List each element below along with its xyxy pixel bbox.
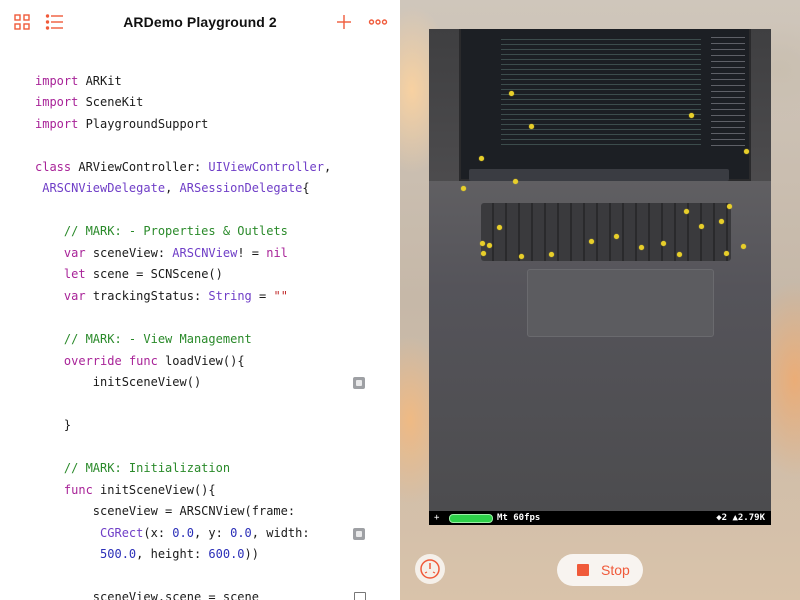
- feature-point: [509, 91, 514, 96]
- feature-point: [519, 254, 524, 259]
- code-line[interactable]: CGRect(x: 0.0, y: 0.0, width:: [35, 523, 310, 543]
- feature-point: [589, 239, 594, 244]
- feature-point: [481, 251, 486, 256]
- speedometer-icon: [420, 559, 440, 579]
- code-line[interactable]: var trackingStatus: String = "": [35, 286, 288, 306]
- speedometer-button[interactable]: [415, 554, 445, 584]
- screen-content: [501, 39, 701, 149]
- stop-icon: [577, 564, 589, 576]
- feature-point: [699, 224, 704, 229]
- fps-meter: [449, 514, 493, 523]
- fps-readout: Mt 60fps: [497, 513, 541, 523]
- feature-point: [677, 252, 682, 257]
- feature-point: [684, 209, 689, 214]
- editor-toolbar: ARDemo Playground 2: [0, 0, 400, 46]
- node-count-readout: ◆2 ▲2.79K: [716, 513, 765, 523]
- code-editor-pane: ARDemo Playground 2 import ARKit import …: [0, 0, 400, 600]
- code-line[interactable]: sceneView.scene = scene: [35, 587, 259, 600]
- live-view-pane: + Mt 60fps ◆2 ▲2.79K Stop: [400, 0, 800, 600]
- feature-point: [461, 186, 466, 191]
- inline-result-icon[interactable]: [354, 592, 366, 600]
- laptop-dock: [469, 169, 729, 181]
- code-line[interactable]: // MARK: - Properties & Outlets: [35, 221, 288, 241]
- code-line[interactable]: class ARViewController: UIViewController…: [35, 157, 331, 177]
- screen-sidebar: [711, 37, 745, 147]
- scenekit-statistics-bar: + Mt 60fps ◆2 ▲2.79K: [429, 511, 771, 525]
- code-line[interactable]: func initSceneView(){: [35, 480, 216, 500]
- code-line[interactable]: // MARK: - View Management: [35, 329, 252, 349]
- feature-point: [727, 204, 732, 209]
- feature-point: [549, 252, 554, 257]
- stats-expand-icon[interactable]: +: [434, 511, 439, 525]
- feature-point: [689, 113, 694, 118]
- feature-point: [487, 243, 492, 248]
- feature-point: [529, 124, 534, 129]
- feature-point: [480, 241, 485, 246]
- add-icon[interactable]: [335, 13, 355, 33]
- code-line[interactable]: import PlaygroundSupport: [35, 114, 208, 134]
- laptop-keyboard: [481, 203, 731, 261]
- result-viewer-icon[interactable]: [353, 377, 365, 389]
- feature-point: [639, 245, 644, 250]
- code-line[interactable]: override func loadView(){: [35, 351, 245, 371]
- code-line[interactable]: ARSCNViewDelegate, ARSessionDelegate{: [35, 178, 309, 198]
- feature-point: [497, 225, 502, 230]
- laptop-base: [429, 181, 771, 525]
- code-line[interactable]: var sceneView: ARSCNView! = nil: [35, 243, 288, 263]
- code-line[interactable]: import SceneKit: [35, 92, 143, 112]
- code-line[interactable]: }: [35, 415, 71, 435]
- feature-point: [741, 244, 746, 249]
- more-icon[interactable]: [368, 13, 388, 33]
- stop-label: Stop: [601, 562, 630, 578]
- code-line[interactable]: let scene = SCNScene(): [35, 264, 223, 284]
- ar-camera-view[interactable]: [429, 29, 771, 525]
- code-line[interactable]: import ARKit: [35, 71, 122, 91]
- result-viewer-icon[interactable]: [353, 528, 365, 540]
- code-line[interactable]: sceneView = ARSCNView(frame:: [35, 501, 295, 521]
- feature-point: [661, 241, 666, 246]
- feature-point: [614, 234, 619, 239]
- stop-button[interactable]: Stop: [557, 554, 643, 586]
- code-line[interactable]: initSceneView(): [35, 372, 201, 392]
- laptop-screen: [459, 29, 751, 181]
- feature-point: [724, 251, 729, 256]
- feature-point: [744, 149, 749, 154]
- laptop-trackpad: [527, 269, 714, 337]
- feature-point: [719, 219, 724, 224]
- feature-point: [513, 179, 518, 184]
- feature-point: [479, 156, 484, 161]
- code-line[interactable]: 500.0, height: 600.0)): [35, 544, 259, 564]
- code-line[interactable]: // MARK: Initialization: [35, 458, 230, 478]
